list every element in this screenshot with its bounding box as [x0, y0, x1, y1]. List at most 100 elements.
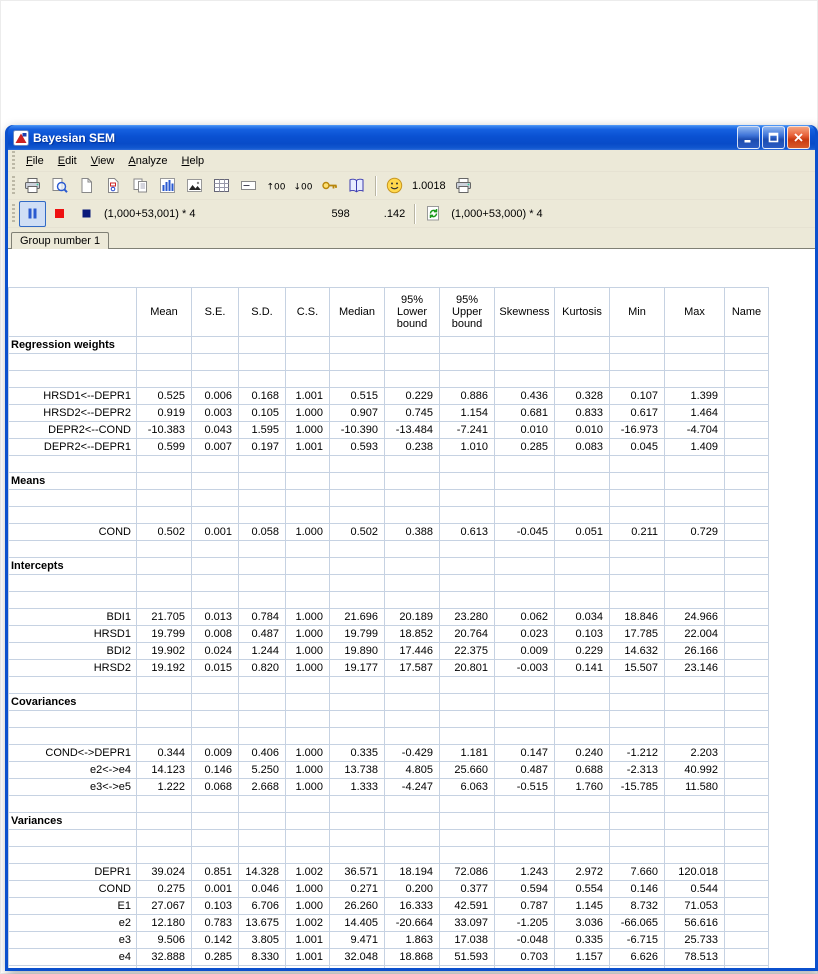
text-box-button[interactable] [235, 173, 262, 199]
table-body: Regression weightsHRSD1<--DEPR10.5250.00… [9, 337, 769, 969]
value-cell: 0.045 [610, 439, 665, 456]
refresh-button[interactable] [420, 201, 447, 227]
value-cell: 32.888 [137, 949, 192, 966]
value-cell [286, 575, 330, 592]
blank-row [9, 847, 769, 864]
menubar-grip[interactable] [12, 151, 15, 171]
print-preview-button[interactable] [46, 173, 73, 199]
value-cell [495, 337, 555, 354]
value-cell [330, 541, 385, 558]
value-cell: 1.157 [555, 949, 610, 966]
value-cell [725, 507, 769, 524]
printer-button[interactable] [19, 173, 46, 199]
copy-button[interactable] [127, 173, 154, 199]
picture-button[interactable] [181, 173, 208, 199]
value-cell [665, 456, 725, 473]
value-cell: 5.250 [239, 762, 286, 779]
value-cell [192, 830, 239, 847]
value-cell [495, 490, 555, 507]
value-cell [385, 728, 440, 745]
menu-help[interactable]: Help [175, 152, 212, 170]
window-title: Bayesian SEM [33, 131, 733, 145]
bar-chart-button[interactable] [154, 173, 181, 199]
value-cell [440, 813, 495, 830]
toolbar-main-buttons: ↑00↓00 [19, 173, 370, 199]
blank-row [9, 490, 769, 507]
value-cell [495, 592, 555, 609]
value-cell [665, 371, 725, 388]
book-button[interactable] [343, 173, 370, 199]
value-cell: 1.000 [286, 524, 330, 541]
value-cell: 14.632 [610, 643, 665, 660]
value-cell: 17.587 [385, 660, 440, 677]
value-cell [385, 371, 440, 388]
grid-button[interactable] [208, 173, 235, 199]
value-cell: 0.335 [330, 745, 385, 762]
value-cell: 1.000 [286, 643, 330, 660]
sampling-progress-formula: (1,000+53,001) * 4 [104, 208, 195, 220]
value-cell: 78.513 [665, 949, 725, 966]
maximize-button[interactable] [762, 126, 785, 149]
stop-sampling-button[interactable] [46, 201, 73, 227]
toolbar-main-grip[interactable] [12, 176, 15, 196]
pause-sampling-button[interactable] [19, 201, 46, 227]
value-cell [725, 575, 769, 592]
dark-square-icon [78, 205, 95, 222]
column-header: S.D. [239, 288, 286, 337]
value-cell: -13.484 [385, 422, 440, 439]
value-cell [192, 694, 239, 711]
value-cell: 0.009 [192, 745, 239, 762]
decimal-down-button[interactable]: ↓00 [289, 173, 316, 199]
value-cell [239, 694, 286, 711]
data-row: e5-3.8800.2195.2561.001-3.324-15.4214.89… [9, 966, 769, 969]
row-label [9, 847, 137, 864]
value-cell: 0.688 [555, 762, 610, 779]
menu-analyze[interactable]: Analyze [121, 152, 174, 170]
minimize-button[interactable] [737, 126, 760, 149]
value-cell [137, 456, 192, 473]
row-label: HRSD2<--DEPR2 [9, 405, 137, 422]
value-cell: 0.554 [555, 881, 610, 898]
tab-group-number-1[interactable]: Group number 1 [11, 232, 109, 249]
value-cell [385, 337, 440, 354]
menu-view[interactable]: View [84, 152, 122, 170]
key-button[interactable] [316, 173, 343, 199]
column-header: 95% Upper bound [440, 288, 495, 337]
blank-row [9, 371, 769, 388]
value-cell: 22.375 [440, 643, 495, 660]
path-diagram-button[interactable] [100, 173, 127, 199]
value-cell [385, 541, 440, 558]
toolbar-sampling-grip[interactable] [12, 204, 15, 224]
value-cell: 3.036 [555, 915, 610, 932]
menu-edit[interactable]: Edit [51, 152, 84, 170]
value-cell: -0.429 [385, 745, 440, 762]
menu-file[interactable]: File [19, 152, 51, 170]
blank-row [9, 711, 769, 728]
value-cell [665, 813, 725, 830]
text-box-icon [240, 177, 257, 194]
value-cell [385, 796, 440, 813]
titlebar[interactable]: Bayesian SEM [8, 125, 815, 150]
convergence-smiley-button[interactable] [381, 173, 408, 199]
value-cell [385, 490, 440, 507]
value-cell: 1.222 [137, 779, 192, 796]
value-cell: 0.328 [555, 388, 610, 405]
value-cell [239, 456, 286, 473]
value-cell [555, 490, 610, 507]
value-cell [440, 847, 495, 864]
value-cell [725, 932, 769, 949]
value-cell [286, 558, 330, 575]
value-cell: 4.898 [440, 966, 495, 969]
value-cell [192, 677, 239, 694]
value-cell [192, 473, 239, 490]
value-cell [725, 830, 769, 847]
value-cell: 0.200 [385, 881, 440, 898]
value-cell [555, 694, 610, 711]
print-results-button[interactable] [450, 173, 477, 199]
close-button[interactable] [787, 126, 810, 149]
page-button[interactable] [73, 173, 100, 199]
decimal-up-button[interactable]: ↑00 [262, 173, 289, 199]
value-cell [725, 898, 769, 915]
dark-square-button[interactable] [73, 201, 100, 227]
toolbar-sampling: (1,000+53,001) * 4 598 .142 (1,000+53,00… [8, 200, 815, 228]
